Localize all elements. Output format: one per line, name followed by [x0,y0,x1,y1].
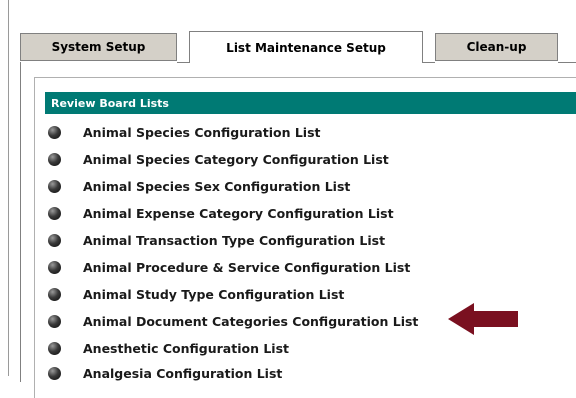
list-item[interactable]: Anesthetic Configuration List [48,338,289,358]
list-item-label: Animal Expense Category Configuration Li… [83,205,394,221]
list-item[interactable]: Animal Expense Category Configuration Li… [48,203,394,223]
list-item[interactable]: Animal Transaction Type Configuration Li… [48,230,385,250]
bullet-icon [48,206,61,220]
bullet-icon [48,341,61,355]
bullet-icon [48,179,61,193]
list-item-label: Animal Transaction Type Configuration Li… [83,232,386,248]
list-item-label: Animal Species Sex Configuration List [83,178,351,194]
list-item[interactable]: Animal Species Sex Configuration List [48,176,350,196]
list-item-label: Animal Species Configuration List [83,124,321,140]
section-header: Review Board Lists [45,92,576,114]
bullet-icon [48,314,61,328]
list-item[interactable]: Analgesia Configuration List [48,363,282,383]
bullet-icon [48,260,61,274]
tab-clean-up[interactable]: Clean-up [435,33,558,61]
tab-list-maintenance-setup[interactable]: List Maintenance Setup [189,31,423,63]
left-border [8,0,9,376]
bullet-icon [48,233,61,247]
bullet-icon [48,287,61,301]
list-item[interactable]: Animal Document Categories Configuration… [48,311,418,331]
list-item[interactable]: Animal Study Type Configuration List [48,284,344,304]
arrow-left-icon [448,303,518,335]
list-item-label: Analgesia Configuration List [83,365,283,381]
bullet-icon [48,125,61,139]
list-item[interactable]: Animal Species Category Configuration Li… [48,149,389,169]
list-item-label: Animal Procedure & Service Configuration… [83,259,411,275]
bullet-icon [48,366,61,380]
list-item-label: Animal Species Category Configuration Li… [83,151,389,167]
list-item-label: Anesthetic Configuration List [83,340,289,356]
bullet-icon [48,152,61,166]
tab-system-setup[interactable]: System Setup [20,33,177,61]
list-item-label: Animal Study Type Configuration List [83,286,345,302]
list-item[interactable]: Animal Species Configuration List [48,122,320,142]
list-item[interactable]: Animal Procedure & Service Configuration… [48,257,410,277]
list-item-label: Animal Document Categories Configuration… [83,313,419,329]
